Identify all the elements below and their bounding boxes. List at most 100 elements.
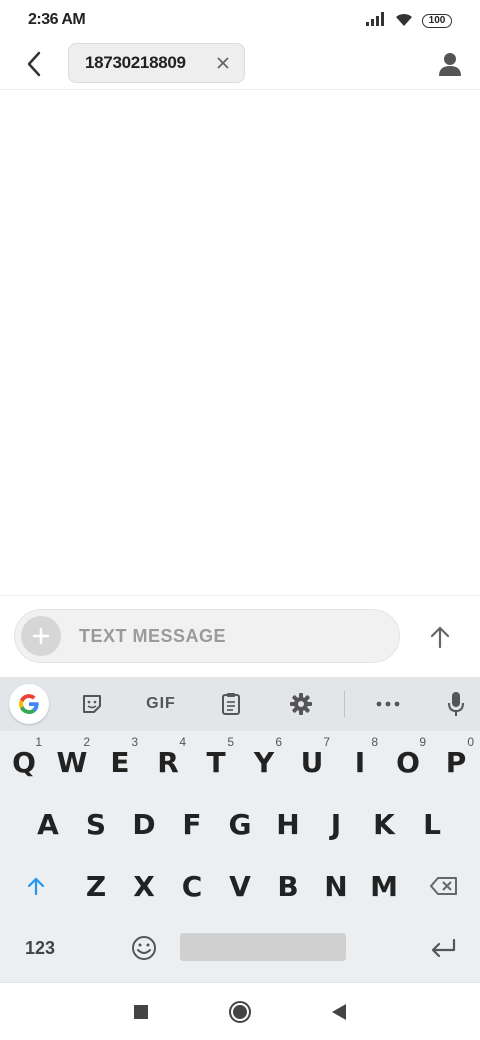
voice-input-button[interactable] (436, 685, 476, 723)
status-icons: 100 (366, 11, 452, 32)
key-w[interactable]: 2W (48, 731, 96, 793)
key-label: I (354, 745, 366, 779)
key-label: E (110, 745, 130, 779)
key-s[interactable]: S (72, 793, 120, 855)
key-label: Y (253, 745, 275, 779)
key-label: X (133, 869, 155, 903)
key-x[interactable]: X (120, 855, 168, 917)
key-f[interactable]: F (168, 793, 216, 855)
plus-icon (32, 627, 50, 645)
status-time: 2:36 AM (28, 11, 86, 28)
back-button[interactable] (16, 48, 52, 80)
space-bar[interactable] (180, 933, 346, 961)
compose-field (14, 609, 400, 663)
key-h[interactable]: H (264, 793, 312, 855)
key-u[interactable]: 7U (288, 731, 336, 793)
key-p[interactable]: 0P (432, 731, 480, 793)
key-label: O (396, 745, 420, 779)
key-label: L (423, 807, 441, 841)
key-j[interactable]: J (312, 793, 360, 855)
numbers-key[interactable]: 123 (0, 917, 80, 979)
circle-icon (229, 1001, 251, 1023)
key-t[interactable]: 5T (192, 731, 240, 793)
key-n[interactable]: N (312, 855, 360, 917)
key-hint: 6 (275, 735, 282, 749)
key-l[interactable]: L (408, 793, 456, 855)
recipient-number: 18730218809 (85, 53, 186, 72)
recents-button[interactable] (126, 997, 156, 1027)
contact-button[interactable] (434, 50, 466, 78)
back-nav-button[interactable] (324, 997, 354, 1027)
key-label: P (445, 745, 467, 779)
key-hint: 7 (323, 735, 330, 749)
key-label: Q (12, 745, 36, 779)
key-e[interactable]: 3E (96, 731, 144, 793)
clipboard-icon (222, 693, 240, 715)
keyboard-row-3: Z X C V B N M (0, 855, 480, 917)
sticker-icon (83, 695, 101, 713)
keyboard-row-4: 123 (0, 917, 480, 979)
key-hint: 0 (467, 735, 474, 749)
key-label: F (182, 807, 202, 841)
conversation-header: 18730218809 (0, 40, 480, 90)
key-hint: 5 (227, 735, 234, 749)
key-label: G (228, 807, 252, 841)
key-m[interactable]: M (360, 855, 408, 917)
key-hint: 3 (131, 735, 138, 749)
chevron-left-icon (27, 51, 41, 77)
key-z[interactable]: Z (72, 855, 120, 917)
toolbar-divider (344, 691, 345, 717)
keyboard: G I F 1 Q 2 W 3 E 4 R 5 T 6 Y 7 U 8 I 9 O … (0, 677, 480, 982)
more-button[interactable] (368, 685, 408, 723)
person-icon (439, 53, 461, 76)
key-b[interactable]: B (264, 855, 312, 917)
key-q[interactable]: 1Q (0, 731, 48, 793)
backspace-icon (430, 877, 457, 895)
key-i[interactable]: 8I (336, 731, 384, 793)
numbers-key-label: 123 (24, 937, 56, 958)
gif-button[interactable]: GIF (140, 685, 182, 723)
backspace-key[interactable] (408, 855, 480, 917)
key-r[interactable]: 4R (144, 731, 192, 793)
key-hint: 8 (371, 735, 378, 749)
enter-key[interactable] (408, 917, 480, 979)
key-d[interactable]: D (120, 793, 168, 855)
more-horizontal-icon (376, 701, 400, 707)
key-label: K (373, 807, 395, 841)
gear-icon (290, 693, 312, 715)
send-button[interactable] (422, 619, 458, 655)
key-k[interactable]: K (360, 793, 408, 855)
close-icon[interactable] (216, 56, 230, 70)
clipboard-button[interactable] (211, 685, 251, 723)
shift-key[interactable] (0, 855, 72, 917)
enter-icon (431, 939, 456, 957)
wifi-icon (394, 11, 414, 32)
message-thread (0, 91, 480, 596)
key-label: C (181, 869, 203, 903)
emoji-icon (132, 936, 156, 960)
key-label: S (85, 807, 107, 841)
key-v[interactable]: V (216, 855, 264, 917)
add-attachment-button[interactable] (21, 616, 61, 656)
key-label: T (206, 745, 226, 779)
key-label: W (56, 745, 88, 779)
key-g[interactable]: G (216, 793, 264, 855)
key-a[interactable]: A (24, 793, 72, 855)
key-o[interactable]: 9O (384, 731, 432, 793)
keyboard-toolbar: GIF (0, 677, 480, 731)
key-label: D (132, 807, 156, 841)
key-y[interactable]: 6Y (240, 731, 288, 793)
signal-icon (366, 11, 386, 31)
sticker-button[interactable] (72, 685, 112, 723)
google-icon[interactable] (9, 684, 49, 724)
emoji-key[interactable] (120, 917, 168, 979)
compose-bar (0, 597, 480, 677)
shift-arrow-icon (27, 877, 45, 896)
key-label: U (300, 745, 324, 779)
home-button[interactable] (225, 997, 255, 1027)
recipient-chip[interactable]: 18730218809 (68, 43, 245, 83)
status-bar: 2:36 AM 100 (0, 0, 480, 40)
key-c[interactable]: C (168, 855, 216, 917)
message-input[interactable] (79, 610, 379, 662)
settings-button[interactable] (281, 685, 321, 723)
